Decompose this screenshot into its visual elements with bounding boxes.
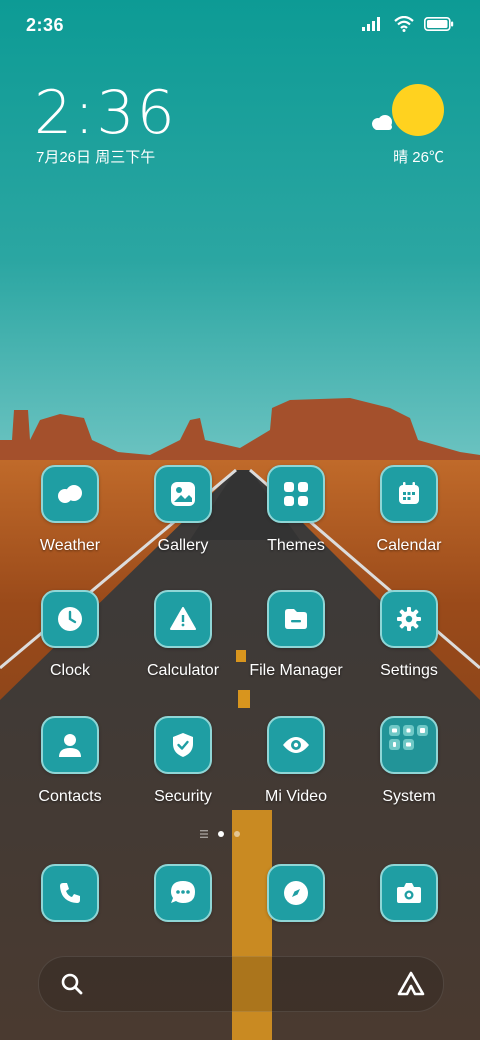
compass-icon <box>267 864 325 922</box>
wifi-icon <box>394 16 414 32</box>
app-label: Weather <box>39 537 101 554</box>
search-icon[interactable] <box>61 973 83 995</box>
app-gallery[interactable]: Gallery <box>127 465 239 555</box>
dock-camera[interactable] <box>353 864 465 922</box>
battery-icon <box>424 17 454 31</box>
app-label: Mi Video <box>265 788 327 805</box>
app-label: File Manager <box>249 662 343 679</box>
app-calculator[interactable]: Calculator <box>127 590 239 680</box>
app-clock[interactable]: Clock <box>14 590 126 680</box>
phone-icon <box>41 864 99 922</box>
sunny-cloud-icon <box>392 84 444 136</box>
status-time: 2:36 <box>26 15 65 35</box>
person-icon <box>41 716 99 774</box>
clock-widget-time[interactable]: 2:36 <box>34 78 177 148</box>
message-icon <box>154 864 212 922</box>
folder-grid-icon <box>380 716 438 774</box>
menu-lines-icon <box>200 830 208 838</box>
folder-icon <box>267 590 325 648</box>
eye-icon <box>267 716 325 774</box>
camera-icon <box>380 864 438 922</box>
clock-icon <box>41 590 99 648</box>
app-file-manager[interactable]: File Manager <box>240 590 352 680</box>
dock-browser[interactable] <box>240 864 352 922</box>
gear-icon <box>380 590 438 648</box>
app-security[interactable]: Security <box>127 716 239 806</box>
calendar-icon <box>380 465 438 523</box>
app-label: Clock <box>49 662 90 679</box>
app-calendar[interactable]: Calendar <box>353 465 465 555</box>
app-label: Gallery <box>157 537 209 554</box>
app-label: Security <box>154 788 212 805</box>
dock-phone[interactable] <box>14 864 126 922</box>
app-label: Calculator <box>146 662 220 679</box>
app-label: Settings <box>380 662 438 679</box>
app-weather[interactable]: Weather <box>14 465 126 555</box>
app-label: Themes <box>267 537 325 554</box>
status-bar: 2:36 <box>0 0 480 50</box>
shield-check-icon <box>154 716 212 774</box>
app-themes[interactable]: Themes <box>240 465 352 555</box>
warning-triangle-icon <box>154 590 212 648</box>
dock-messages[interactable] <box>127 864 239 922</box>
gallery-icon <box>154 465 212 523</box>
clock-widget-date: 7月26日 周三下午 <box>36 149 156 166</box>
status-icons <box>362 16 454 32</box>
app-contacts[interactable]: Contacts <box>14 716 126 806</box>
app-label: Calendar <box>376 537 442 554</box>
signal-icon <box>362 17 380 31</box>
search-bar[interactable] <box>38 956 444 1012</box>
themes-grid-icon <box>267 465 325 523</box>
app-label: System <box>382 788 436 805</box>
assistant-icon[interactable] <box>397 971 425 997</box>
page-dot[interactable] <box>234 831 240 837</box>
cloud-icon <box>372 115 392 130</box>
weather-cloud-icon <box>41 465 99 523</box>
app-settings[interactable]: Settings <box>353 590 465 680</box>
weather-widget-text: 晴 26℃ <box>393 149 444 166</box>
app-system-folder[interactable]: System <box>353 716 465 806</box>
page-dot-active[interactable] <box>218 831 224 837</box>
app-label: Contacts <box>38 788 102 805</box>
page-indicator[interactable] <box>200 830 240 838</box>
app-mi-video[interactable]: Mi Video <box>240 716 352 806</box>
